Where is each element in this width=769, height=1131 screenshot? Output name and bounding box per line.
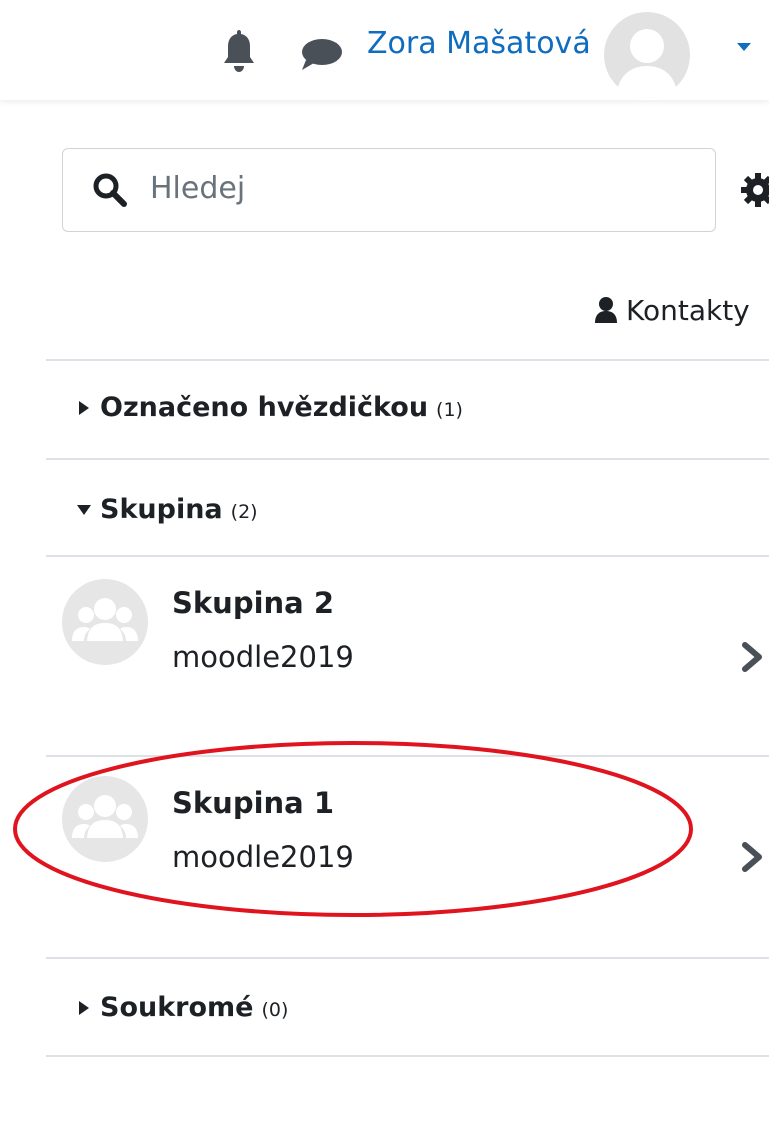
conversation-subtitle: moodle2019: [172, 640, 354, 674]
user-icon: [595, 297, 617, 323]
group-icon: [72, 598, 138, 641]
messaging-page: Zora Mašatová Hledej Kontakty Označeno h…: [0, 0, 769, 1131]
section-title: Soukromé: [100, 992, 254, 1023]
caret-right-icon: [79, 1000, 89, 1015]
user-menu-name[interactable]: Zora Mašatová: [367, 22, 591, 66]
divider: [46, 359, 769, 361]
conversation-item[interactable]: [46, 757, 769, 957]
caret-down-icon: [77, 504, 91, 515]
group-avatar: [62, 776, 148, 862]
section-title: Skupina: [100, 494, 223, 525]
search-input[interactable]: [150, 162, 690, 214]
caret-down-icon[interactable]: [736, 41, 752, 53]
top-navbar: Zora Mašatová: [0, 0, 769, 100]
contacts-link[interactable]: Kontakty: [594, 290, 750, 330]
divider: [46, 957, 769, 959]
section-count: (0): [261, 999, 289, 1021]
group-avatar: [62, 579, 148, 665]
section-starred[interactable]: Označeno hvězdičkou (1): [76, 392, 463, 423]
conversation-name: Skupina 2: [172, 586, 335, 620]
conversation-item[interactable]: [46, 557, 769, 755]
contacts-label: Kontakty: [626, 293, 750, 327]
section-count: (1): [436, 399, 463, 421]
chevron-right-icon: [742, 842, 762, 872]
gear-icon[interactable]: [738, 170, 769, 210]
conversation-name: Skupina 1: [172, 786, 335, 820]
search-icon: [93, 173, 127, 207]
divider: [46, 1055, 769, 1057]
section-count: (2): [230, 501, 258, 523]
chevron-right-icon: [742, 642, 762, 672]
chat-icon[interactable]: [298, 36, 344, 72]
divider: [46, 458, 769, 460]
section-group[interactable]: Skupina (2): [76, 494, 258, 525]
section-title: Označeno hvězdičkou: [100, 392, 429, 423]
bell-icon[interactable]: [221, 28, 257, 74]
user-avatar[interactable]: [604, 12, 690, 98]
section-private[interactable]: Soukromé (0): [76, 992, 288, 1023]
caret-right-icon: [79, 400, 89, 415]
group-icon: [72, 795, 138, 838]
user-silhouette-icon: [616, 29, 678, 98]
conversation-subtitle: moodle2019: [172, 840, 354, 874]
